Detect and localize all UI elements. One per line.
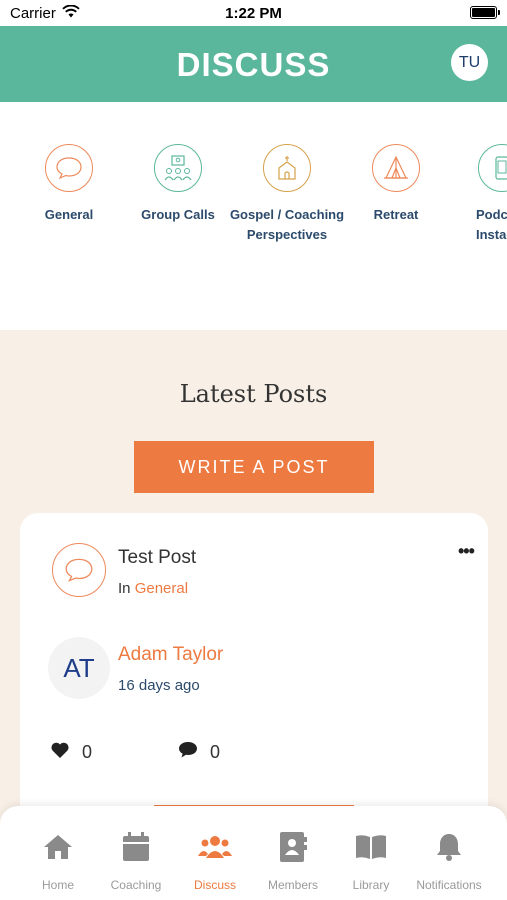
home-icon bbox=[13, 830, 103, 864]
tab-members[interactable]: Members bbox=[248, 830, 338, 892]
speech-bubble-icon bbox=[45, 144, 93, 192]
category-podcast-instagram[interactable]: Podca Instag bbox=[444, 144, 507, 245]
write-post-button[interactable]: WRITE A POST bbox=[134, 441, 374, 493]
tab-coaching[interactable]: Coaching bbox=[91, 830, 181, 892]
category-group-calls[interactable]: Group Calls bbox=[118, 144, 238, 225]
group-call-icon bbox=[154, 144, 202, 192]
section-heading: Latest Posts bbox=[179, 380, 328, 408]
category-carousel[interactable]: General Group Calls Gospel / Coaching Pe… bbox=[0, 102, 507, 330]
post-category-line: In General bbox=[118, 580, 188, 597]
tent-icon bbox=[372, 144, 420, 192]
post-title[interactable]: Test Post bbox=[118, 547, 196, 569]
author-avatar[interactable]: AT bbox=[48, 637, 110, 699]
category-label: Podca Instag bbox=[476, 207, 507, 242]
like-count: 0 bbox=[82, 742, 93, 762]
like-button[interactable]: 0 bbox=[50, 741, 92, 764]
tab-label: Coaching bbox=[110, 878, 162, 892]
tab-discuss[interactable]: Discuss bbox=[170, 830, 260, 892]
category-gospel-coaching[interactable]: Gospel / Coaching Perspectives bbox=[227, 144, 347, 245]
tab-label: Discuss bbox=[193, 878, 236, 892]
book-icon bbox=[326, 830, 416, 864]
app-header: DISCUSS TU bbox=[0, 26, 507, 102]
category-label: Gospel / Coaching Perspectives bbox=[229, 207, 345, 242]
heart-icon bbox=[50, 741, 70, 764]
post-category-link[interactable]: General bbox=[135, 580, 188, 597]
category-label: Retreat bbox=[373, 207, 419, 222]
tab-notifications[interactable]: Notifications bbox=[404, 830, 494, 892]
bell-icon bbox=[404, 830, 494, 864]
category-general[interactable]: General bbox=[9, 144, 129, 225]
tab-home[interactable]: Home bbox=[13, 830, 103, 892]
tab-library[interactable]: Library bbox=[326, 830, 416, 892]
post-timestamp: 16 days ago bbox=[118, 677, 200, 694]
user-avatar[interactable]: TU bbox=[451, 44, 488, 81]
category-retreat[interactable]: Retreat bbox=[336, 144, 456, 225]
speech-bubble-icon bbox=[52, 543, 106, 597]
tab-label: Notifications bbox=[416, 878, 482, 892]
phone-icon bbox=[478, 144, 507, 192]
church-icon bbox=[263, 144, 311, 192]
category-label: Group Calls bbox=[141, 207, 215, 222]
clock: 1:22 PM bbox=[225, 5, 282, 22]
contacts-icon bbox=[248, 830, 338, 864]
more-options-icon[interactable]: ••• bbox=[458, 541, 475, 562]
tab-label: Members bbox=[267, 878, 318, 892]
comment-icon bbox=[178, 741, 198, 764]
tab-label: Library bbox=[352, 878, 390, 892]
category-label: General bbox=[44, 207, 94, 222]
calendar-icon bbox=[91, 830, 181, 864]
bottom-tab-bar: Home Coaching Discuss Members Library No… bbox=[0, 806, 507, 900]
page-title: DISCUSS bbox=[176, 46, 331, 83]
battery-icon bbox=[470, 6, 500, 19]
comment-button[interactable]: 0 bbox=[178, 741, 220, 764]
post-card[interactable]: Test Post In General ••• AT Adam Taylor … bbox=[20, 513, 488, 833]
author-name[interactable]: Adam Taylor bbox=[118, 644, 223, 666]
comment-count: 0 bbox=[210, 742, 221, 762]
people-icon bbox=[170, 830, 260, 864]
tab-label: Home bbox=[41, 878, 74, 892]
post-in-prefix: In bbox=[118, 580, 131, 597]
status-bar: Carrier 1:22 PM bbox=[0, 0, 507, 26]
